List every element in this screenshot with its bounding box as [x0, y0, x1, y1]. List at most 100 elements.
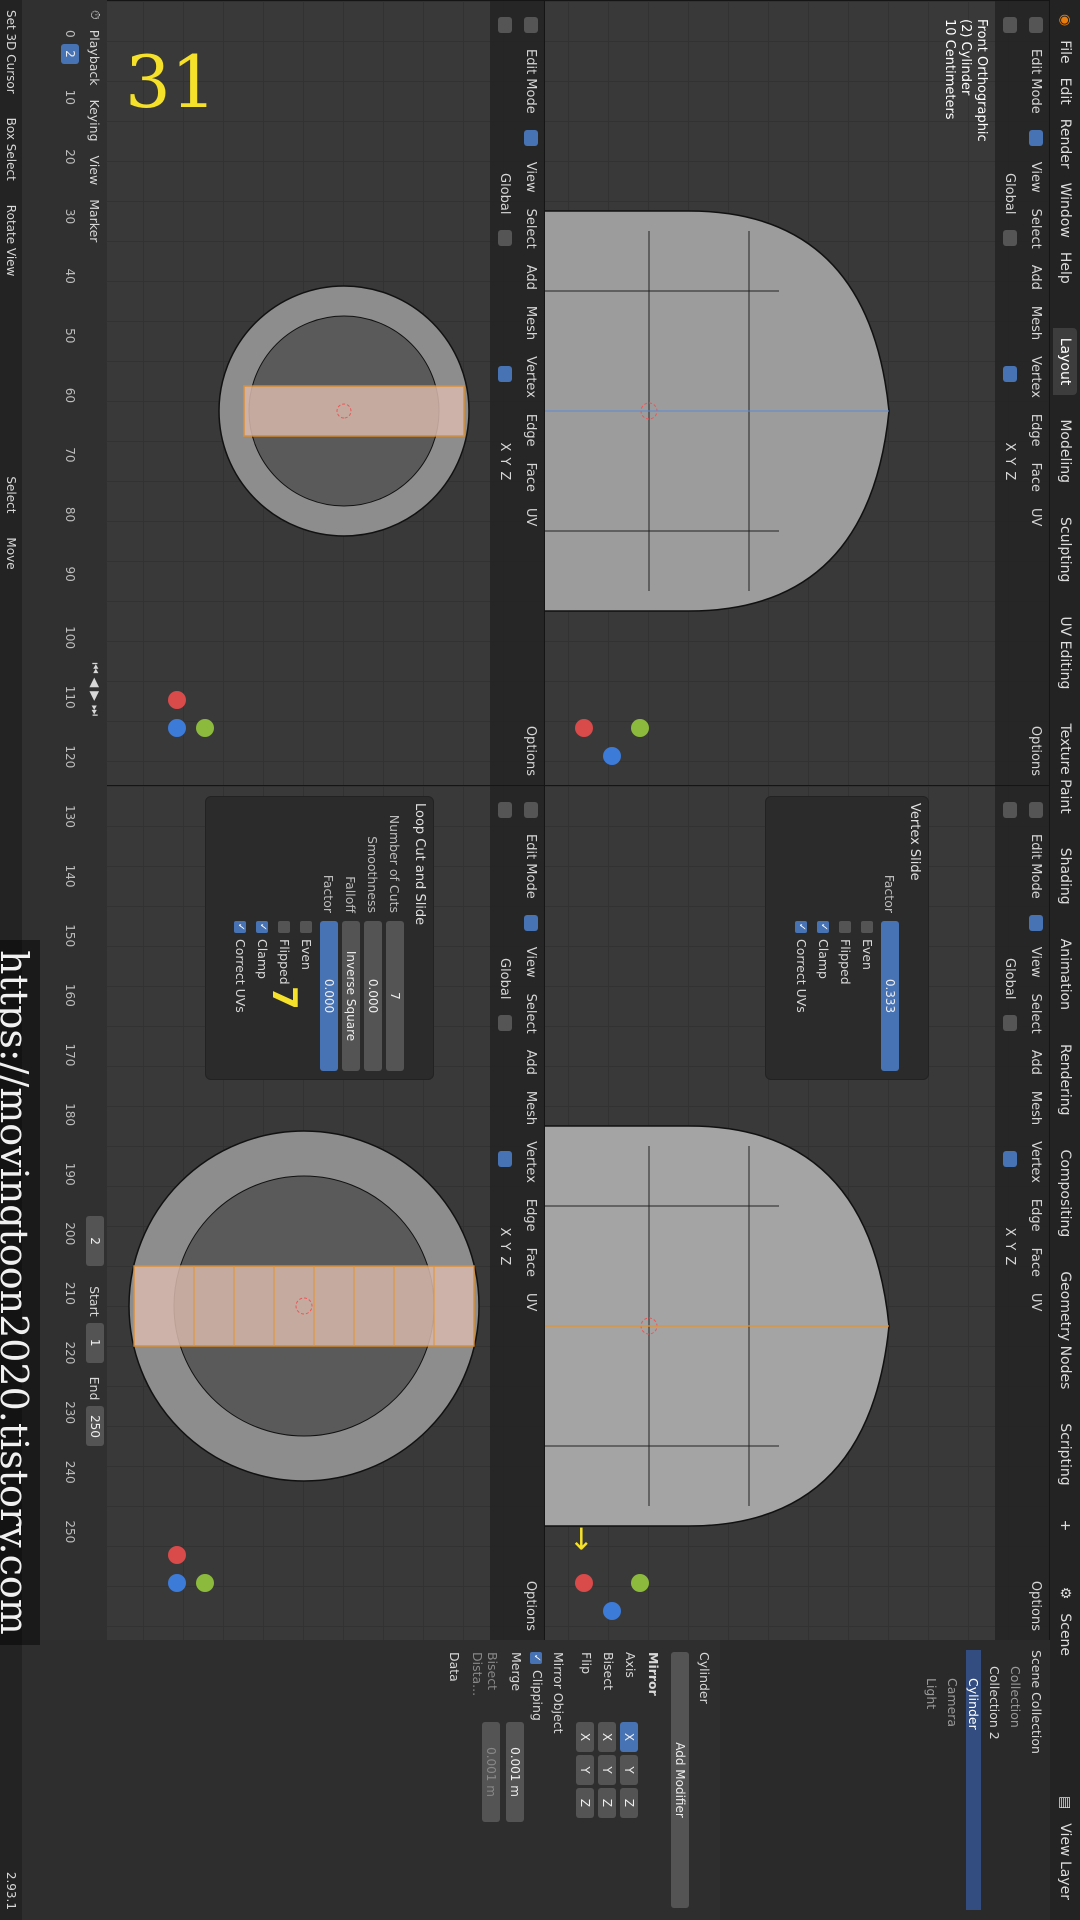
tab-scripting[interactable]: Scripting [1053, 1413, 1077, 1495]
axis-y[interactable]: Y [498, 1242, 513, 1250]
flip-y-toggle[interactable]: Y [576, 1755, 594, 1785]
tab-animation[interactable]: Animation [1053, 929, 1077, 1020]
nav-gizmo[interactable] [134, 691, 214, 771]
blender-logo-icon[interactable]: ◉ [1057, 14, 1073, 26]
tab-texture-paint[interactable]: Texture Paint [1053, 713, 1077, 823]
even-checkbox[interactable]: Even [300, 921, 315, 970]
transform-orientation[interactable]: Global [498, 173, 513, 214]
timeline-ruler[interactable]: 0 10 20 30 40 50 60 70 80 90 100 110 120 130 140 150 160… [57, 30, 77, 1580]
flipped-checkbox[interactable]: Flipped [839, 921, 854, 985]
menu-help[interactable]: Help [1057, 252, 1073, 284]
loop-cut-panel[interactable]: Loop Cut and Slide Number of Cuts 7 Smoot… [205, 796, 434, 1080]
tab-modeling[interactable]: Modeling [1053, 409, 1077, 493]
outliner[interactable]: Scene Collection Collection Collection 2… [720, 1640, 1050, 1920]
menu-vertex[interactable]: Vertex [1029, 1141, 1044, 1183]
axis-z[interactable]: Z [498, 1256, 513, 1265]
options-button[interactable]: Options [1029, 1581, 1044, 1631]
end-field[interactable]: 250 [86, 1406, 104, 1447]
viewport-top-right[interactable]: Edit Mode View Select Add Mesh Vertex Ed… [105, 785, 545, 1642]
axis-y[interactable]: Y [1003, 1242, 1018, 1250]
axis-x-toggle[interactable]: X [620, 1722, 638, 1752]
axis-y-toggle[interactable]: Y [620, 1755, 638, 1785]
select-mode-icon[interactable] [524, 129, 538, 146]
menu-view[interactable]: View [524, 947, 539, 978]
menu-add[interactable]: Add [524, 265, 539, 290]
axis-x[interactable]: X [498, 1227, 513, 1236]
menu-uv[interactable]: UV [524, 508, 539, 526]
menu-uv[interactable]: UV [524, 1293, 539, 1311]
bisect-distance-field[interactable]: 0.001 m [482, 1722, 500, 1822]
axis-x[interactable]: X [1003, 442, 1018, 451]
axis-y[interactable]: Y [498, 457, 513, 465]
bisect-y-toggle[interactable]: Y [598, 1755, 616, 1785]
loop-cut-title[interactable]: Loop Cut and Slide [412, 803, 427, 1073]
bisect-z-toggle[interactable]: Z [598, 1788, 616, 1818]
menu-edge[interactable]: Edge [524, 414, 539, 447]
mode-selector[interactable]: Edit Mode [1029, 49, 1044, 114]
gizmo-x-icon[interactable] [575, 1574, 593, 1592]
snap-icon[interactable] [1003, 1015, 1017, 1032]
axis-z[interactable]: Z [498, 471, 513, 480]
menu-vertex[interactable]: Vertex [1029, 356, 1044, 398]
select-box-icon[interactable] [1003, 802, 1017, 818]
menu-vertex[interactable]: Vertex [524, 356, 539, 398]
menu-mesh[interactable]: Mesh [524, 1091, 539, 1125]
gizmo-y-icon[interactable] [196, 719, 214, 737]
view-layer-selector[interactable]: View Layer [1057, 1823, 1073, 1900]
menu-edge[interactable]: Edge [1029, 414, 1044, 447]
options-button[interactable]: Options [524, 726, 539, 776]
select-box-icon[interactable] [498, 802, 512, 818]
transform-orientation[interactable]: Global [498, 958, 513, 999]
snap-icon[interactable] [1003, 230, 1017, 247]
axis-z-toggle[interactable]: Z [620, 1788, 638, 1818]
menu-add[interactable]: Add [524, 1050, 539, 1075]
flip-x-toggle[interactable]: X [576, 1722, 594, 1752]
editor-type-icon[interactable] [524, 802, 538, 818]
editor-type-icon[interactable] [1029, 17, 1043, 33]
factor-field[interactable]: 0.333 [881, 921, 899, 1071]
select-box-icon[interactable] [1003, 17, 1017, 33]
xray-icon[interactable] [498, 366, 512, 383]
cuts-field[interactable]: 7 [386, 921, 404, 1071]
marker-menu[interactable]: Marker [88, 199, 103, 242]
clamp-checkbox[interactable]: ✓Clamp [817, 921, 832, 979]
gizmo-z-icon[interactable] [168, 719, 186, 737]
menu-file[interactable]: File [1057, 40, 1073, 63]
playback-controls[interactable]: ⏮ ◀ ▶ ⏭ [87, 662, 103, 716]
axis-x[interactable]: X [1003, 1227, 1018, 1236]
flipped-checkbox[interactable]: Flipped [278, 921, 293, 985]
add-modifier-button[interactable]: Add Modifier [671, 1652, 689, 1908]
mode-selector[interactable]: Edit Mode [1029, 834, 1044, 899]
editor-type-icon[interactable] [1029, 802, 1043, 818]
menu-face[interactable]: Face [524, 1248, 539, 1277]
mode-selector[interactable]: Edit Mode [524, 49, 539, 114]
properties-editor[interactable]: Cylinder Add Modifier Mirror Axis X Y Z Bis… [22, 1640, 720, 1920]
tab-geometry-nodes[interactable]: Geometry Nodes [1053, 1261, 1077, 1399]
menu-face[interactable]: Face [1029, 1248, 1044, 1277]
menu-select[interactable]: Select [1029, 994, 1044, 1034]
outliner-item[interactable]: Camera [945, 1650, 960, 1910]
gizmo-z-icon[interactable] [168, 1574, 186, 1592]
clamp-checkbox[interactable]: ✓Clamp [256, 921, 271, 979]
menu-mesh[interactable]: Mesh [524, 306, 539, 340]
xray-icon[interactable] [1003, 1151, 1017, 1168]
gizmo-y-icon[interactable] [631, 719, 649, 737]
modifier-name-field[interactable]: Mirror [646, 1652, 661, 1908]
menu-view[interactable]: View [1029, 947, 1044, 978]
playback-menu[interactable]: Playback [88, 30, 103, 86]
keying-menu[interactable]: Keying [88, 100, 103, 142]
flip-z-toggle[interactable]: Z [576, 1788, 594, 1818]
select-mode-icon[interactable] [1029, 914, 1043, 931]
axis-z[interactable]: Z [1003, 1256, 1018, 1265]
bisect-x-toggle[interactable]: X [598, 1722, 616, 1752]
menu-uv[interactable]: UV [1029, 508, 1044, 526]
menu-vertex[interactable]: Vertex [524, 1141, 539, 1183]
gizmo-z-icon[interactable] [603, 1602, 621, 1620]
outliner-item[interactable]: Light [924, 1650, 939, 1910]
menu-view[interactable]: View [524, 162, 539, 193]
menu-select[interactable]: Select [524, 994, 539, 1034]
vertex-slide-panel[interactable]: Vertex Slide Factor 0.333 Even Flipped ✓C… [765, 796, 929, 1080]
tab-rendering[interactable]: Rendering [1053, 1034, 1077, 1126]
gizmo-y-icon[interactable] [196, 1574, 214, 1592]
snap-icon[interactable] [498, 1015, 512, 1032]
